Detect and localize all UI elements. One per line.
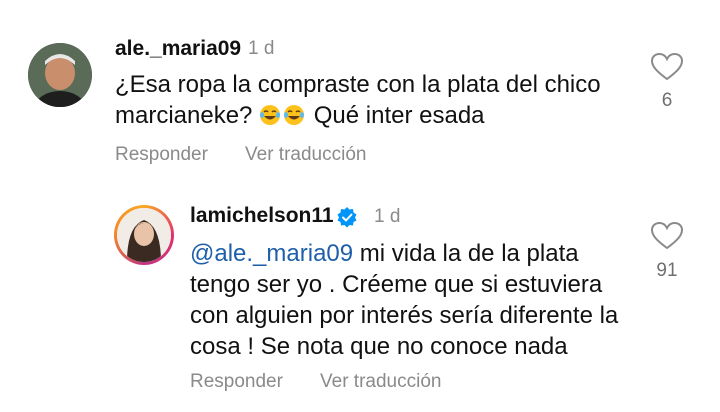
comment-text: @ale._maria09 mi vida la de la plata ten… [190, 238, 618, 362]
comment-time: 1 d [374, 206, 401, 227]
like-count: 91 [656, 260, 678, 281]
comment-text-line: con alguien por interés sería diferente … [190, 302, 619, 329]
comment-text-line: tengo ser yo . Créeme que si estuviera [190, 271, 603, 298]
laughing-tears-emoji-icon [259, 103, 281, 125]
comment-text: ¿Esa ropa la compraste con la plata del … [115, 69, 601, 131]
comment-text-fragment: marcianeke? [115, 102, 253, 129]
verified-badge-icon [337, 207, 357, 228]
like-count: 6 [661, 90, 673, 111]
comment-text-fragment: mi vida la de la plata [353, 240, 579, 267]
comment-username[interactable]: ale._maria09 [115, 37, 241, 61]
comment-text-fragment: Qué inter esada [313, 102, 485, 129]
comment-text-line: ¿Esa ropa la compraste con la plata del … [115, 71, 601, 98]
translate-button[interactable]: Ver traducción [320, 371, 441, 393]
reply-button[interactable]: Responder [115, 144, 208, 166]
story-ring[interactable] [114, 205, 174, 265]
reply-button[interactable]: Responder [190, 371, 283, 393]
avatar[interactable] [117, 208, 171, 262]
laughing-tears-emoji-icon [283, 103, 305, 125]
comment-text-line: @ale._maria09 mi vida la de la plata [190, 238, 618, 269]
comment-text-line: cosa ! Se nota que no conoce nada [190, 333, 568, 360]
mention-link[interactable]: @ale._maria09 [190, 240, 353, 267]
heart-outline-icon[interactable] [650, 52, 684, 82]
comment-time: 1 d [248, 38, 275, 59]
comment-username[interactable]: lamichelson11 [190, 204, 334, 228]
comment-text-line: marcianeke? Qué inter esada [115, 100, 601, 131]
heart-outline-icon[interactable] [650, 221, 684, 251]
translate-button[interactable]: Ver traducción [245, 144, 366, 166]
avatar[interactable] [28, 43, 92, 107]
